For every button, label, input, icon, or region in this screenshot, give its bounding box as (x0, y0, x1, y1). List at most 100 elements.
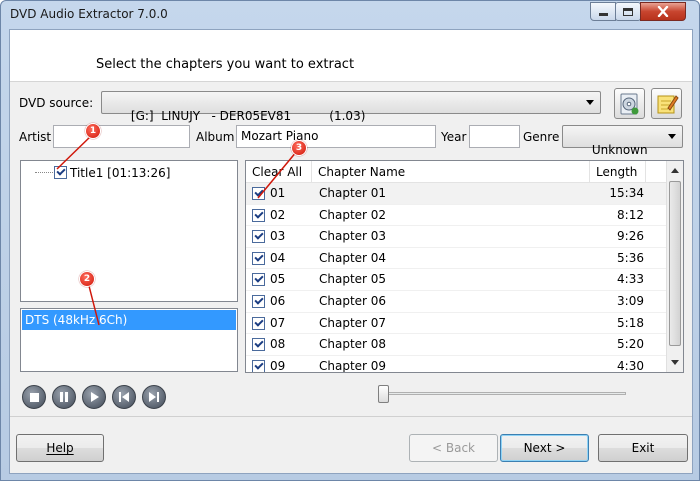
chapter-length: 5:18 (617, 315, 644, 330)
table-row[interactable]: 05 Chapter 05 4:33 (246, 269, 666, 291)
album-input[interactable]: Mozart Piano (236, 125, 436, 148)
chapter-checkbox[interactable] (252, 251, 265, 265)
pause-icon (60, 392, 68, 402)
help-button-label: Help (46, 441, 74, 455)
year-input[interactable] (469, 125, 520, 148)
chapter-list-header: Clear All Chapter Name Length (246, 161, 666, 183)
previous-button[interactable] (112, 385, 136, 409)
chapter-checkbox[interactable] (252, 316, 265, 330)
table-row[interactable]: 09 Chapter 09 4:30 (246, 356, 666, 373)
back-button-label: < Back (431, 441, 475, 455)
chapter-scrollbar[interactable] (666, 161, 683, 372)
back-button[interactable]: < Back (409, 434, 498, 462)
stop-icon (29, 392, 39, 402)
chapter-number: 02 (270, 207, 286, 222)
notepad-pencil-icon (657, 94, 679, 113)
playback-slider-track[interactable] (382, 392, 626, 395)
chapter-checkbox[interactable] (252, 359, 265, 372)
audio-stream-list: DTS (48kHz 6Ch) (20, 308, 238, 372)
chapter-name: Chapter 08 (319, 337, 387, 352)
length-header[interactable]: Length (590, 161, 646, 183)
genre-label: Genre (523, 130, 560, 144)
chapter-number: 04 (270, 250, 286, 265)
title1-checkbox[interactable] (54, 166, 67, 179)
skip-forward-icon (149, 392, 159, 402)
chapter-number: 07 (270, 315, 286, 330)
table-row[interactable]: 08 Chapter 08 5:20 (246, 334, 666, 356)
dvd-source-select[interactable]: [G:] LINUJY - DER05EV81 (1.03) (101, 91, 601, 123)
chapter-name-header[interactable]: Chapter Name (312, 161, 590, 183)
artist-input[interactable] (53, 125, 190, 148)
chapter-name: Chapter 06 (319, 294, 387, 308)
edit-info-button[interactable] (651, 88, 682, 119)
annotation-marker-1: 1 (85, 123, 101, 139)
scroll-down-icon[interactable] (671, 360, 679, 365)
list-item[interactable]: DTS (48kHz 6Ch) (22, 310, 236, 330)
close-icon (657, 6, 669, 17)
chevron-down-icon (668, 134, 676, 139)
play-button[interactable] (82, 385, 106, 409)
table-row[interactable]: 04 Chapter 04 5:36 (246, 248, 666, 270)
chapter-checkbox[interactable] (252, 208, 265, 222)
open-disc-button[interactable] (614, 88, 645, 119)
scroll-thumb[interactable] (669, 181, 681, 346)
page-title: Select the chapters you want to extract (96, 57, 355, 72)
dvd-source-value: [G:] LINUJY - DER05EV81 (1.03) (130, 109, 366, 123)
minimize-button[interactable] (590, 2, 616, 21)
chapter-name: Chapter 01 (319, 186, 387, 200)
maximize-icon (623, 7, 633, 16)
chapter-checkbox[interactable] (252, 230, 265, 244)
window-title: DVD Audio Extractor 7.0.0 (10, 7, 168, 21)
chapter-name: Chapter 05 (319, 272, 387, 287)
chapter-list: Clear All Chapter Name Length 01 Chapter … (245, 160, 684, 373)
chapter-number: 06 (270, 294, 286, 308)
artist-label: Artist (19, 130, 52, 144)
help-button[interactable]: Help (16, 434, 104, 462)
maximize-button[interactable] (615, 2, 641, 21)
table-row[interactable]: 06 Chapter 06 3:09 (246, 291, 666, 313)
divider (10, 416, 692, 417)
year-label: Year (441, 130, 467, 144)
chapter-number: 09 (270, 358, 286, 373)
exit-button[interactable]: Exit (598, 434, 688, 462)
chapter-length: 15:34 (609, 186, 644, 200)
next-button-label: Next > (523, 441, 566, 455)
annotation-marker-3: 3 (291, 140, 307, 156)
next-button[interactable]: Next > (500, 434, 589, 462)
chapter-checkbox[interactable] (252, 273, 265, 287)
chapter-number: 03 (270, 229, 286, 244)
audio-stream-label: DTS (48kHz 6Ch) (25, 313, 128, 327)
clear-all-header[interactable]: Clear All (246, 161, 312, 183)
playback-slider-thumb[interactable] (378, 385, 389, 403)
chapter-name: Chapter 02 (319, 207, 387, 222)
pause-button[interactable] (52, 385, 76, 409)
title-tree: Title1 [01:13:26] (20, 160, 238, 302)
annotation-marker-2: 2 (79, 271, 95, 287)
app-window: DVD Audio Extractor 7.0.0 Select the cha… (0, 0, 700, 481)
chapter-checkbox[interactable] (252, 295, 265, 308)
chapter-length: 4:30 (617, 358, 644, 373)
chapter-number: 01 (270, 186, 286, 200)
table-row[interactable]: 07 Chapter 07 5:18 (246, 313, 666, 335)
genre-select[interactable]: Unknown (562, 125, 683, 157)
next-button-media[interactable] (142, 385, 166, 409)
close-button[interactable] (640, 2, 686, 21)
tree-item-title1[interactable]: Title1 [01:13:26] (70, 166, 170, 180)
table-row[interactable]: 02 Chapter 02 8:12 (246, 205, 666, 227)
table-row[interactable]: 01 Chapter 01 15:34 (246, 183, 666, 205)
chapter-length: 5:36 (617, 250, 644, 265)
chapter-number: 05 (270, 272, 286, 287)
chapter-checkbox[interactable] (252, 187, 265, 200)
chapter-number: 08 (270, 337, 286, 352)
scroll-up-icon[interactable] (671, 168, 679, 173)
chapter-name: Chapter 03 (319, 229, 387, 244)
minimize-icon (598, 13, 608, 16)
table-row[interactable]: 03 Chapter 03 9:26 (246, 226, 666, 248)
stop-button[interactable] (22, 385, 46, 409)
album-label: Album (196, 130, 235, 144)
chapter-checkbox[interactable] (252, 338, 265, 352)
genre-value: Unknown (591, 143, 648, 157)
chapter-length: 4:33 (617, 272, 644, 287)
dvd-source-label: DVD source: (19, 96, 94, 110)
chevron-down-icon (586, 100, 594, 105)
